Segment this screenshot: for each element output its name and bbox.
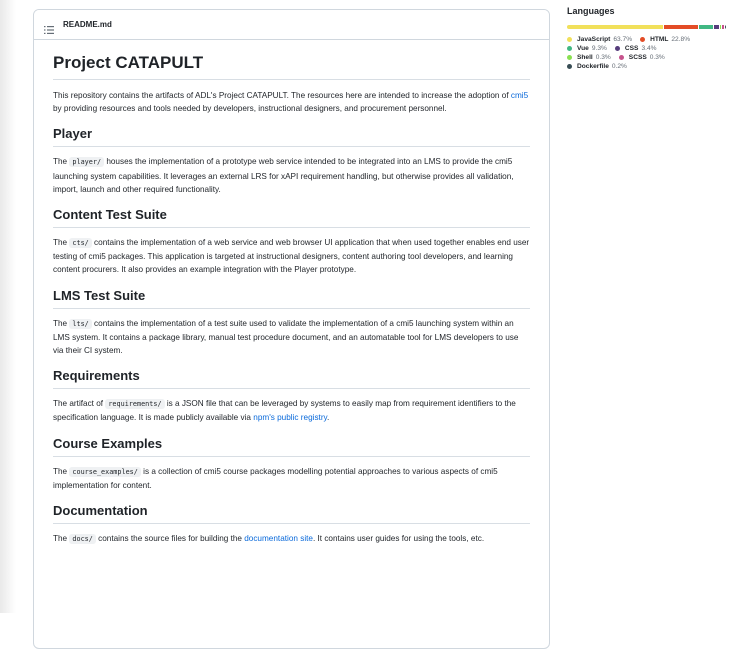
language-percent: 3.4%: [641, 45, 657, 52]
languages-bar: [567, 25, 726, 29]
language-item-html[interactable]: HTML 22.8%: [640, 35, 690, 44]
language-name: JavaScript: [577, 36, 611, 43]
language-item-javascript[interactable]: JavaScript 63.7%: [567, 35, 632, 44]
heading-documentation: Documentation: [53, 503, 530, 525]
docs-text: The: [53, 534, 70, 544]
heading-content-test-suite: Content Test Suite: [53, 207, 530, 229]
language-bar-segment-scss[interactable]: [722, 25, 724, 29]
readme-title: Project CATAPULT: [53, 51, 530, 80]
course-paragraph: The course_examples/ is a collection of …: [53, 465, 530, 492]
readme-body: Project CATAPULT This repository contain…: [34, 40, 549, 546]
docs-text-mid: contains the source files for building t…: [95, 534, 245, 544]
language-percent: 0.3%: [595, 54, 611, 61]
npm-registry-link[interactable]: npm's public registry: [253, 413, 327, 422]
readme-header: README.md: [34, 10, 549, 40]
language-dot-icon: [567, 46, 572, 51]
language-percent: 0.2%: [611, 63, 627, 70]
requirements-code: requirements/: [105, 399, 165, 410]
language-dot-icon: [618, 55, 624, 60]
languages-list: JavaScript 63.7% HTML 22.8% Vue 9.3% CSS 3.4% Sh…: [567, 35, 739, 71]
language-bar-segment-html[interactable]: [663, 25, 698, 29]
lts-paragraph: The lts/ contains the implementation of …: [53, 317, 530, 358]
lts-text-end: contains the implementation of a test su…: [53, 318, 519, 356]
language-dot-icon: [567, 55, 572, 60]
language-bar-segment-css[interactable]: [713, 25, 719, 29]
language-name: SCSS: [628, 54, 647, 61]
course-code: course_examples/: [69, 466, 141, 477]
player-code: player/: [69, 157, 105, 168]
left-shadow: [0, 0, 16, 613]
heading-player: Player: [53, 126, 530, 148]
list-icon[interactable]: [44, 21, 54, 34]
heading-lms-test-suite: LMS Test Suite: [53, 288, 530, 309]
language-item-shell[interactable]: Shell 0.3%: [567, 53, 611, 62]
readme-card: README.md Project CATAPULT This reposito…: [33, 9, 550, 649]
course-text: The: [53, 466, 70, 476]
language-name: Vue: [577, 45, 589, 52]
language-item-dockerfile[interactable]: Dockerfile 0.2%: [567, 62, 627, 71]
docs-text-end: . It contains user guides for using the …: [312, 534, 485, 544]
readme-filename: README.md: [63, 20, 112, 29]
language-dot-icon: [640, 37, 646, 42]
language-name: Shell: [577, 54, 593, 61]
language-item-vue[interactable]: Vue 9.3%: [567, 44, 607, 53]
lts-code: lts/: [69, 318, 92, 329]
language-bar-segment-javascript[interactable]: [567, 25, 663, 29]
language-bar-segment-vue[interactable]: [698, 25, 713, 29]
player-text-end: houses the implementation of a prototype…: [53, 157, 514, 194]
heading-course-examples: Course Examples: [53, 436, 530, 457]
requirements-text-end: .: [327, 413, 330, 423]
requirements-text: The artifact of: [53, 399, 106, 409]
languages-panel: Languages JavaScript 63.7% HTML 22.8% Vue 9.3…: [567, 6, 739, 71]
cts-text-end: contains the implementation of a web ser…: [53, 238, 530, 275]
player-text: The: [53, 157, 70, 167]
language-bar-segment-dockerfile[interactable]: [724, 25, 726, 29]
language-bar-segment-shell[interactable]: [719, 25, 722, 29]
language-item-css[interactable]: CSS 3.4%: [614, 44, 657, 53]
player-paragraph: The player/ houses the implementation of…: [53, 155, 530, 196]
documentation-site-link[interactable]: documentation site: [244, 534, 313, 543]
language-name: CSS: [624, 45, 639, 52]
intro-text-end: by providing resources and tools needed …: [53, 104, 447, 114]
intro-text: This repository contains the artifacts o…: [53, 91, 511, 100]
lts-text: The: [53, 318, 70, 328]
docs-code: docs/: [69, 534, 96, 545]
heading-requirements: Requirements: [53, 368, 530, 390]
languages-title: Languages: [567, 6, 615, 16]
language-percent: 63.7%: [613, 36, 633, 43]
language-percent: 0.3%: [649, 54, 665, 61]
cts-text: The: [53, 238, 70, 248]
cts-paragraph: The cts/ contains the implementation of …: [53, 236, 530, 277]
language-dot-icon: [567, 64, 572, 69]
language-name: Dockerfile: [577, 63, 609, 70]
language-dot-icon: [614, 46, 620, 51]
language-percent: 9.3%: [591, 45, 607, 52]
page: README.md Project CATAPULT This reposito…: [0, 0, 739, 649]
cmi5-link[interactable]: cmi5: [511, 91, 528, 100]
language-name: HTML: [650, 36, 669, 43]
requirements-paragraph: The artifact of requirements/ is a JSON …: [53, 397, 530, 424]
docs-paragraph: The docs/ contains the source files for …: [53, 532, 530, 546]
language-item-scss[interactable]: SCSS 0.3%: [618, 53, 665, 62]
language-percent: 22.8%: [671, 36, 691, 43]
intro-paragraph: This repository contains the artifacts o…: [53, 89, 530, 115]
language-dot-icon: [567, 37, 572, 42]
cts-code: cts/: [69, 238, 92, 249]
